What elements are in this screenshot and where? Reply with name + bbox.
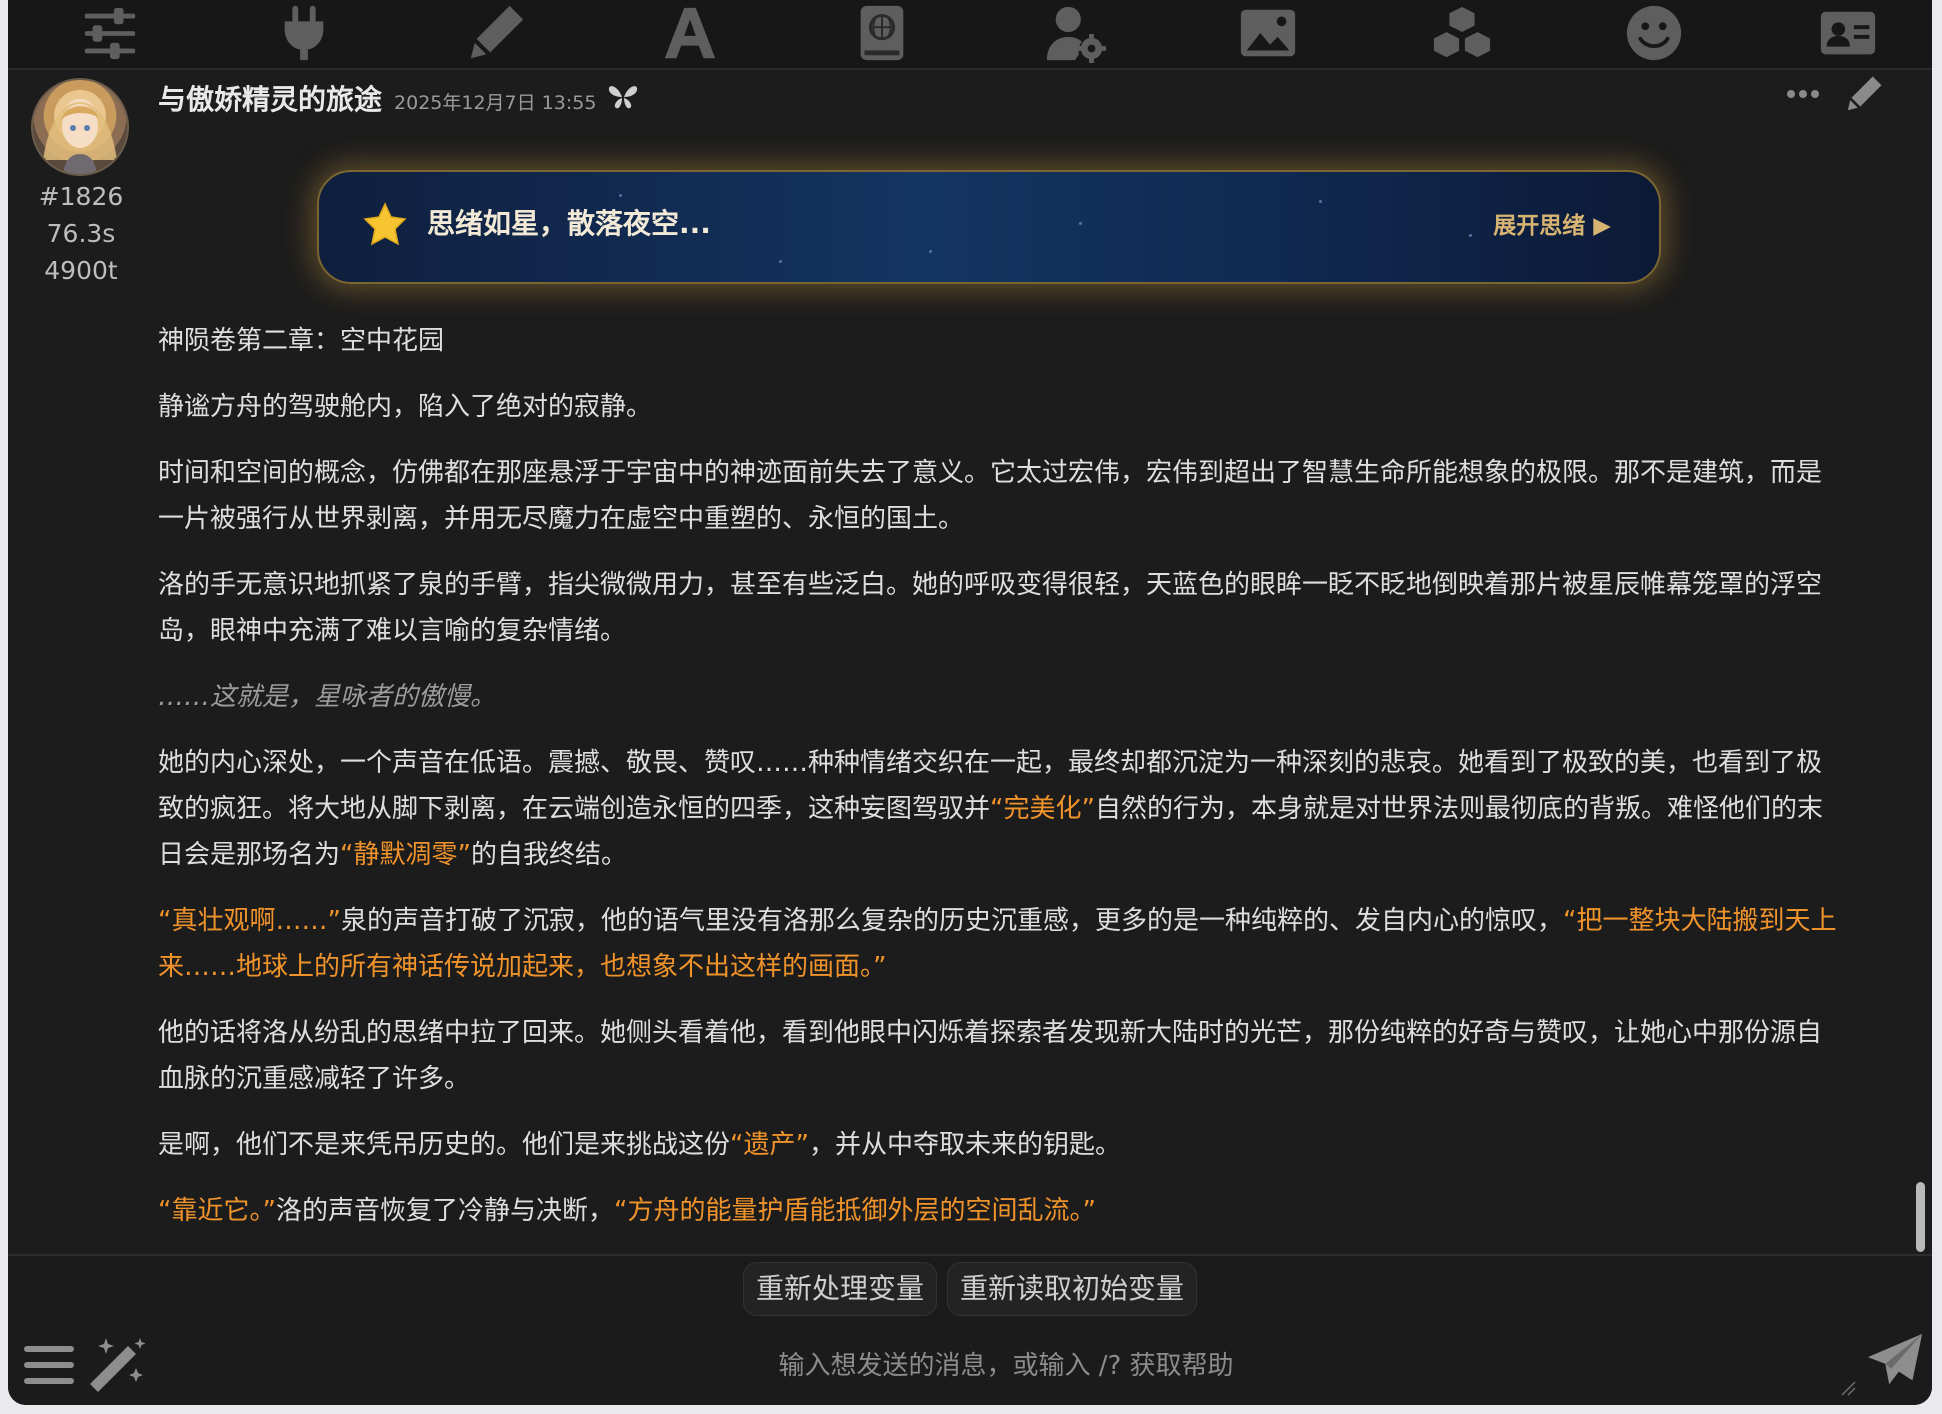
- message-timestamp: 2025年12月7日 13:55: [394, 91, 597, 114]
- dialogue-quote: “靠近它。”: [158, 1196, 276, 1226]
- dialogue-quote: “真壮观啊……”: [158, 906, 341, 936]
- message-paragraph: 是啊，他们不是来凭吊历史的。他们是来挑战这份“遗产”，并从中夺取未来的钥匙。: [158, 1122, 1838, 1168]
- message-paragraph: 他的话将洛从纷乱的思绪中拉了回来。她侧头看着他，看到他眼中闪烁着探索者发现新大陆…: [158, 1010, 1838, 1102]
- message-paragraph: 静谧方舟的驾驶舱内，陷入了绝对的寂静。: [158, 384, 1838, 430]
- quick-reply-bar: 重新处理变量 重新读取初始变量: [8, 1262, 1932, 1316]
- inner-thought: ……这就是，星咏者的傲慢。: [158, 682, 497, 712]
- chapter-title: 神陨卷第二章：空中花园: [158, 318, 1838, 364]
- narration-text: 是啊，他们不是来凭吊历史的。他们是来挑战这份: [158, 1130, 731, 1160]
- butterfly-icon: [608, 82, 638, 114]
- character-name[interactable]: 与傲娇精灵的旅途: [158, 78, 382, 118]
- options-menu-icon[interactable]: [22, 1338, 76, 1396]
- send-icon[interactable]: [1864, 1330, 1926, 1396]
- sliders-icon[interactable]: [72, 0, 148, 66]
- message-input[interactable]: [168, 1334, 1844, 1398]
- image-icon[interactable]: [1230, 0, 1306, 66]
- avatar[interactable]: [31, 78, 129, 176]
- message-header: 与傲娇精灵的旅途 2025年12月7日 13:55: [158, 76, 638, 120]
- chat-area: #1826 76.3s 4900t 与傲娇精灵的旅途 2025年12月7日 13…: [8, 70, 1932, 1254]
- message-paragraph: “真壮观啊……”泉的声音打破了沉寂，他的语气里没有洛那么复杂的历史沉重感，更多的…: [158, 898, 1838, 990]
- id-card-icon[interactable]: [1810, 0, 1886, 66]
- chat-scrollbar[interactable]: [1916, 1182, 1925, 1252]
- narration-text: 洛的手无意识地抓紧了泉的手臂，指尖微微用力，甚至有些泛白。她的呼吸变得很轻，天蓝…: [158, 570, 1823, 646]
- plug-icon[interactable]: [266, 0, 342, 66]
- narration-text: 泉的声音打破了沉寂，他的语气里没有洛那么复杂的历史沉重感，更多的是一种纯粹的、发…: [340, 906, 1563, 936]
- font-a-icon[interactable]: [652, 0, 728, 66]
- smiley-icon[interactable]: [1616, 0, 1692, 66]
- message-paragraph: 洛的手无意识地抓紧了泉的手臂，指尖微微用力，甚至有些泛白。她的呼吸变得很轻，天蓝…: [158, 562, 1838, 654]
- resize-handle-icon[interactable]: [1840, 1380, 1856, 1396]
- reprocess-variables-button[interactable]: 重新处理变量: [742, 1262, 937, 1316]
- thinking-title: 思绪如星，散落夜空...: [427, 207, 711, 240]
- dialogue-quote: “完美化”: [990, 794, 1095, 824]
- message-paragraph: “靠近它。”洛的声音恢复了冷静与决断，“方舟的能量护盾能抵御外层的空间乱流。”: [158, 1188, 1838, 1234]
- user-gear-icon[interactable]: [1038, 0, 1114, 66]
- reload-initial-variables-button[interactable]: 重新读取初始变量: [947, 1262, 1198, 1316]
- message-id: #1826: [38, 182, 124, 211]
- message-text: 神陨卷第二章：空中花园静谧方舟的驾驶舱内，陷入了绝对的寂静。时间和空间的概念，仿…: [158, 318, 1838, 1254]
- world-book-icon[interactable]: [844, 0, 920, 66]
- star-icon: [363, 202, 407, 250]
- top-toolbar: [8, 0, 1932, 70]
- app-frame: #1826 76.3s 4900t 与傲娇精灵的旅途 2025年12月7日 13…: [8, 0, 1932, 1405]
- message-paragraph: ……这就是，星咏者的傲慢。: [158, 674, 1838, 720]
- message-meta: #1826 76.3s 4900t: [26, 178, 136, 289]
- message-paragraph: 她的内心深处，一个声音在低语。震撼、敬畏、赞叹……种种情绪交织在一起，最终却都沉…: [158, 740, 1838, 878]
- narration-text: 时间和空间的概念，仿佛都在那座悬浮于宇宙中的神迹面前失去了意义。它太过宏伟，宏伟…: [158, 458, 1823, 534]
- dialogue-quote: “遗产”: [730, 1130, 809, 1160]
- composer-area: 重新处理变量 重新读取初始变量: [8, 1254, 1932, 1405]
- narration-text: 洛的声音恢复了冷静与决断，: [275, 1196, 614, 1226]
- narration-text: 静谧方舟的驾驶舱内，陷入了绝对的寂静。: [158, 392, 653, 422]
- dialogue-quote: “静默凋零”: [340, 840, 471, 870]
- expand-thinking-button[interactable]: 展开思绪 ▶: [1493, 206, 1611, 240]
- cubes-icon[interactable]: [1424, 0, 1500, 66]
- more-options-icon[interactable]: [1786, 84, 1820, 108]
- thinking-box[interactable]: 思绪如星，散落夜空... 展开思绪 ▶: [317, 170, 1661, 284]
- narration-text: 的自我终结。: [470, 840, 627, 870]
- generation-time: 76.3s: [46, 219, 116, 248]
- pencil-icon[interactable]: [458, 0, 534, 66]
- edit-message-icon[interactable]: [1844, 74, 1884, 118]
- narration-text: 他的话将洛从纷乱的思绪中拉了回来。她侧头看着他，看到他眼中闪烁着探索者发现新大陆…: [158, 1018, 1823, 1094]
- narration-text: ，并从中夺取未来的钥匙。: [808, 1130, 1121, 1160]
- narration-text: 神陨卷第二章：空中花园: [158, 326, 445, 356]
- magic-wand-icon[interactable]: [84, 1334, 148, 1402]
- message-paragraph: 时间和空间的概念，仿佛都在那座悬浮于宇宙中的神迹面前失去了意义。它太过宏伟，宏伟…: [158, 450, 1838, 542]
- token-count: 4900t: [44, 256, 118, 285]
- dialogue-quote: “方舟的能量护盾能抵御外层的空间乱流。”: [613, 1196, 1096, 1226]
